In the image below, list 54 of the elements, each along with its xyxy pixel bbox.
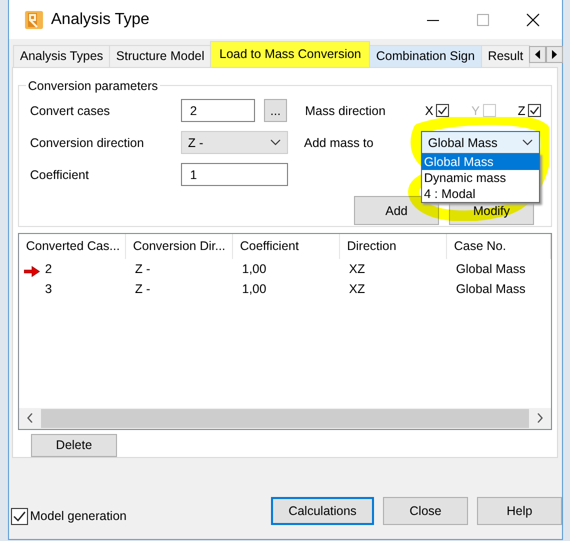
field-label: Convert cases [30, 104, 111, 118]
table-cell: Global Mass [456, 282, 526, 296]
axis-label: Y [471, 104, 480, 118]
input-field[interactable]: 2 [181, 99, 255, 122]
dropdown-option[interactable]: Dynamic mass [422, 170, 539, 186]
delete-button[interactable]: Delete [31, 434, 117, 457]
column-header[interactable]: Direction [340, 234, 447, 259]
chevron-down-icon [522, 139, 533, 146]
checkbox[interactable] [528, 104, 542, 118]
table-cell: XZ [349, 282, 365, 296]
dropdown[interactable]: Global Mass [421, 131, 540, 154]
tab[interactable]: Load to Mass Conversion [210, 40, 370, 67]
scroll-right-button[interactable] [546, 46, 564, 63]
table-cell: Global Mass [456, 262, 526, 276]
dialog-button[interactable]: Close [383, 497, 468, 526]
column-header[interactable]: Coefficient [233, 234, 340, 259]
dropdown-option[interactable]: Global Mass [422, 154, 539, 170]
checkbox-label: Model generation [30, 509, 127, 524]
dialog-button[interactable]: Calculations [271, 497, 374, 526]
dialog-button[interactable]: Help [477, 497, 562, 526]
column-header[interactable]: Converted Cas... [19, 234, 126, 259]
tab[interactable]: Analysis Types [13, 44, 110, 67]
column-header[interactable]: Case No. [447, 234, 551, 259]
table-cell: XZ [349, 262, 365, 276]
table-cell: 1,00 [242, 262, 266, 276]
scrollbar[interactable] [19, 408, 551, 429]
browse-button[interactable]: ... [264, 99, 287, 122]
right-arrow-icon [551, 50, 558, 59]
table-cell: 1,00 [242, 282, 266, 296]
table-cell: 3 [45, 282, 52, 296]
table-cell: 2 [45, 262, 52, 276]
field-label: Conversion direction [30, 136, 145, 150]
window-title: Analysis Type [51, 10, 150, 29]
axis-label: X [425, 104, 434, 118]
left-arrow-icon [534, 50, 542, 59]
checkbox[interactable] [436, 104, 450, 118]
tab[interactable]: Result [480, 44, 530, 67]
checkbox[interactable] [11, 508, 28, 525]
field-label: Add mass to [304, 136, 374, 150]
group-title: Conversion parameters [27, 78, 159, 93]
chevron-down-icon [270, 139, 281, 146]
scroll-left-button[interactable] [529, 46, 546, 63]
field-label: Coefficient [30, 168, 90, 182]
table-cell: Z - [135, 262, 150, 276]
input-field[interactable]: 1 [181, 163, 288, 186]
column-header[interactable]: Conversion Dir... [126, 234, 233, 259]
field-label: Mass direction [305, 104, 387, 118]
axis-label: Z [518, 104, 526, 118]
table-cell: Z - [135, 282, 150, 296]
close-icon[interactable] [526, 12, 540, 27]
app-logo-icon [25, 10, 43, 29]
tab[interactable]: Combination Sign [369, 44, 482, 67]
dropdown[interactable]: Z - [181, 131, 288, 154]
arrow-icon [24, 266, 40, 277]
